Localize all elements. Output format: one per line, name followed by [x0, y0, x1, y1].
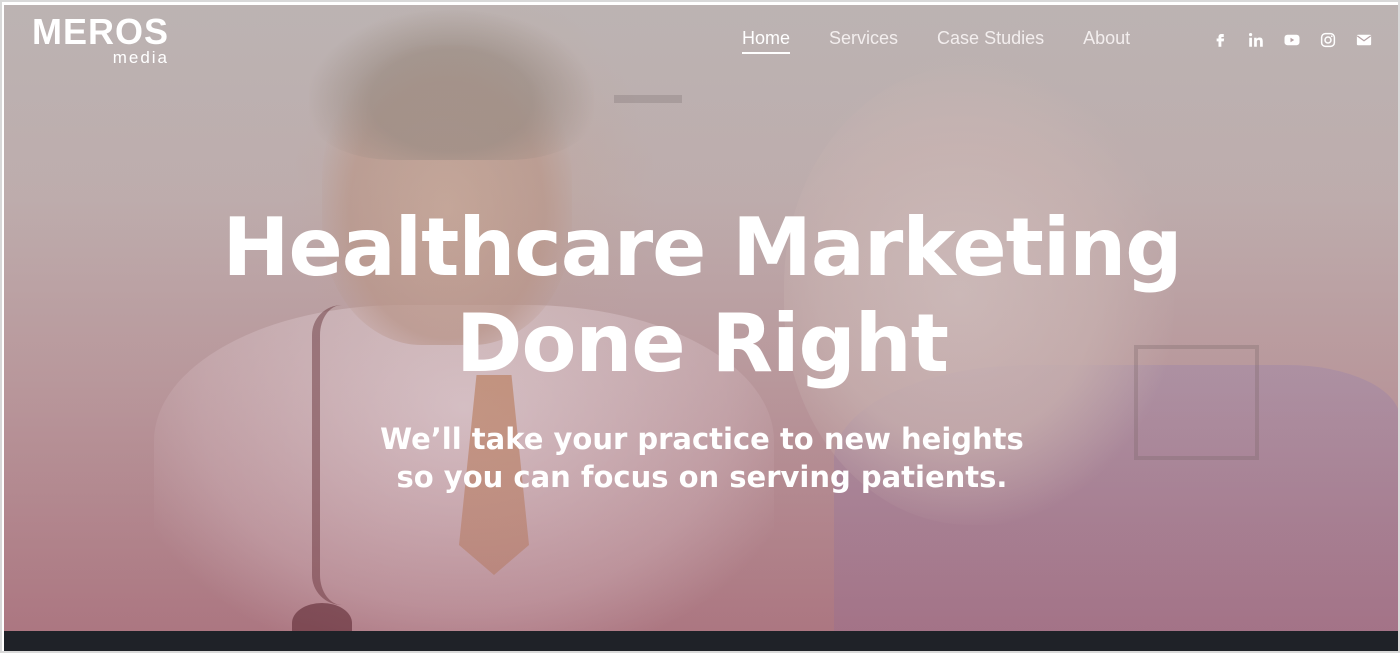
next-section-bar — [4, 631, 1398, 651]
site-logo[interactable]: MEROS media — [32, 11, 170, 67]
logo-wordmark: MEROS — [32, 11, 170, 52]
nav-link-case-studies[interactable]: Case Studies — [937, 28, 1044, 54]
hero-title-line-1: Healthcare Marketing — [222, 201, 1182, 294]
hero-subtitle-line-2: so you can focus on serving patients. — [396, 460, 1008, 494]
logo-subtitle: media — [112, 48, 170, 67]
facebook-icon[interactable] — [1210, 30, 1230, 50]
nav-link-services[interactable]: Services — [829, 28, 898, 54]
youtube-icon[interactable] — [1282, 30, 1302, 50]
social-links — [1210, 30, 1374, 50]
hero-subtitle: We’ll take your practice to new heights … — [2, 420, 1398, 496]
linkedin-icon[interactable] — [1246, 30, 1266, 50]
hero-title: Healthcare Marketing Done Right — [2, 200, 1398, 392]
nav-link-about[interactable]: About — [1083, 28, 1130, 54]
hero-title-line-2: Done Right — [456, 297, 949, 390]
page-frame: MEROS media Home Services Case Studies A… — [0, 0, 1400, 653]
nav-link-home[interactable]: Home — [742, 28, 791, 54]
email-icon[interactable] — [1354, 30, 1374, 50]
instagram-icon[interactable] — [1318, 30, 1338, 50]
main-nav: Home Services Case Studies About — [742, 28, 1130, 54]
hero-subtitle-line-1: We’ll take your practice to new heights — [380, 422, 1024, 456]
